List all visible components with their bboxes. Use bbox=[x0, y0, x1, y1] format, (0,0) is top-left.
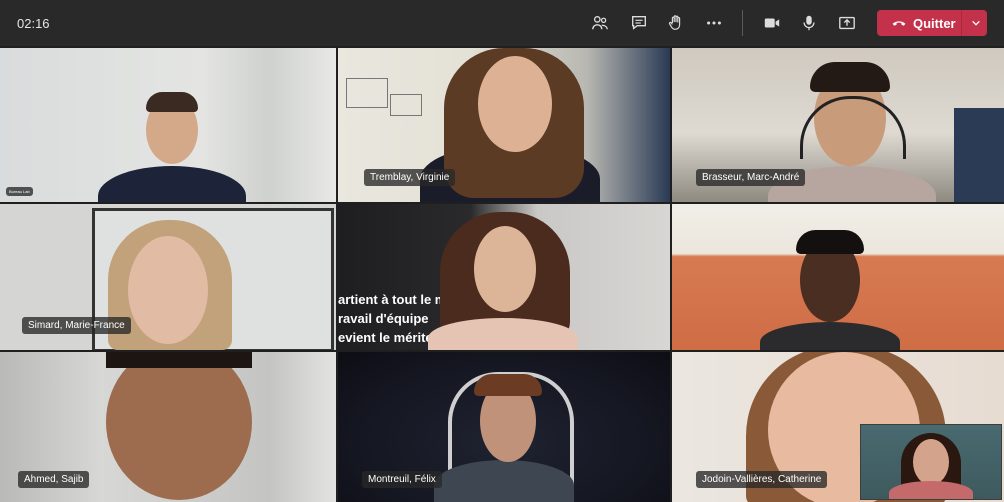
whiteboard-sketch bbox=[346, 78, 388, 108]
raise-hand-icon[interactable] bbox=[664, 11, 688, 35]
background-door bbox=[954, 108, 1004, 202]
toolbar-divider bbox=[742, 10, 743, 36]
person-body bbox=[428, 318, 578, 350]
leave-button[interactable]: Quitter bbox=[877, 10, 987, 36]
participant-name: Montreuil, Félix bbox=[362, 471, 442, 488]
participant-tile[interactable]: artient à tout le mo ravail d'équipe evi… bbox=[338, 204, 670, 350]
participant-name: Tremblay, Virginie bbox=[364, 169, 456, 186]
participant-tile[interactable]: Ahmed, Sajib bbox=[0, 352, 336, 502]
participant-tile[interactable]: Jodoin-Vallières, Catherine bbox=[672, 352, 1004, 502]
participant-tile[interactable]: Tremblay, Virginie bbox=[338, 48, 670, 202]
person-body bbox=[889, 481, 973, 499]
person-hair bbox=[796, 230, 864, 254]
people-icon[interactable] bbox=[588, 11, 612, 35]
person-head bbox=[474, 226, 536, 312]
leave-label: Quitter bbox=[913, 15, 956, 31]
participant-tile[interactable]: Simard, Marie-France bbox=[0, 204, 336, 350]
participant-tile[interactable]: Bureau Lab bbox=[0, 48, 336, 202]
participant-name: Simard, Marie-France bbox=[22, 317, 131, 334]
participant-tile[interactable]: Montreuil, Félix bbox=[338, 352, 670, 502]
self-view[interactable] bbox=[860, 424, 1002, 500]
participant-name: Brasseur, Marc-André bbox=[696, 169, 806, 186]
camera-icon[interactable] bbox=[760, 11, 784, 35]
participant-name: Jodoin-Vallières, Catherine bbox=[696, 471, 828, 488]
mic-icon[interactable] bbox=[797, 11, 821, 35]
leave-divider bbox=[961, 10, 962, 36]
person-hair bbox=[474, 374, 542, 396]
call-timer: 02:16 bbox=[17, 16, 50, 31]
participant-name: Ahmed, Sajib bbox=[18, 471, 90, 488]
share-icon[interactable] bbox=[835, 11, 859, 35]
person-head bbox=[478, 56, 552, 152]
participant-name: Bureau Lab bbox=[6, 187, 33, 196]
person-hair bbox=[146, 92, 198, 112]
chevron-down-icon[interactable] bbox=[965, 10, 987, 36]
more-icon[interactable] bbox=[702, 11, 726, 35]
meeting-toolbar: 02:16 Quitter bbox=[0, 0, 1004, 46]
participant-tile[interactable] bbox=[672, 204, 1004, 350]
chat-icon[interactable] bbox=[627, 11, 651, 35]
person-hair bbox=[810, 62, 890, 92]
participant-tile[interactable]: Brasseur, Marc-André bbox=[672, 48, 1004, 202]
person-head bbox=[913, 439, 949, 485]
person-hair bbox=[106, 352, 252, 368]
hang-up-icon bbox=[885, 10, 913, 36]
video-grid: Bureau Lab Tremblay, Virginie Brasseur, … bbox=[0, 46, 1004, 502]
whiteboard-sketch bbox=[390, 94, 422, 116]
person-body bbox=[434, 460, 574, 502]
person-head bbox=[128, 236, 208, 344]
